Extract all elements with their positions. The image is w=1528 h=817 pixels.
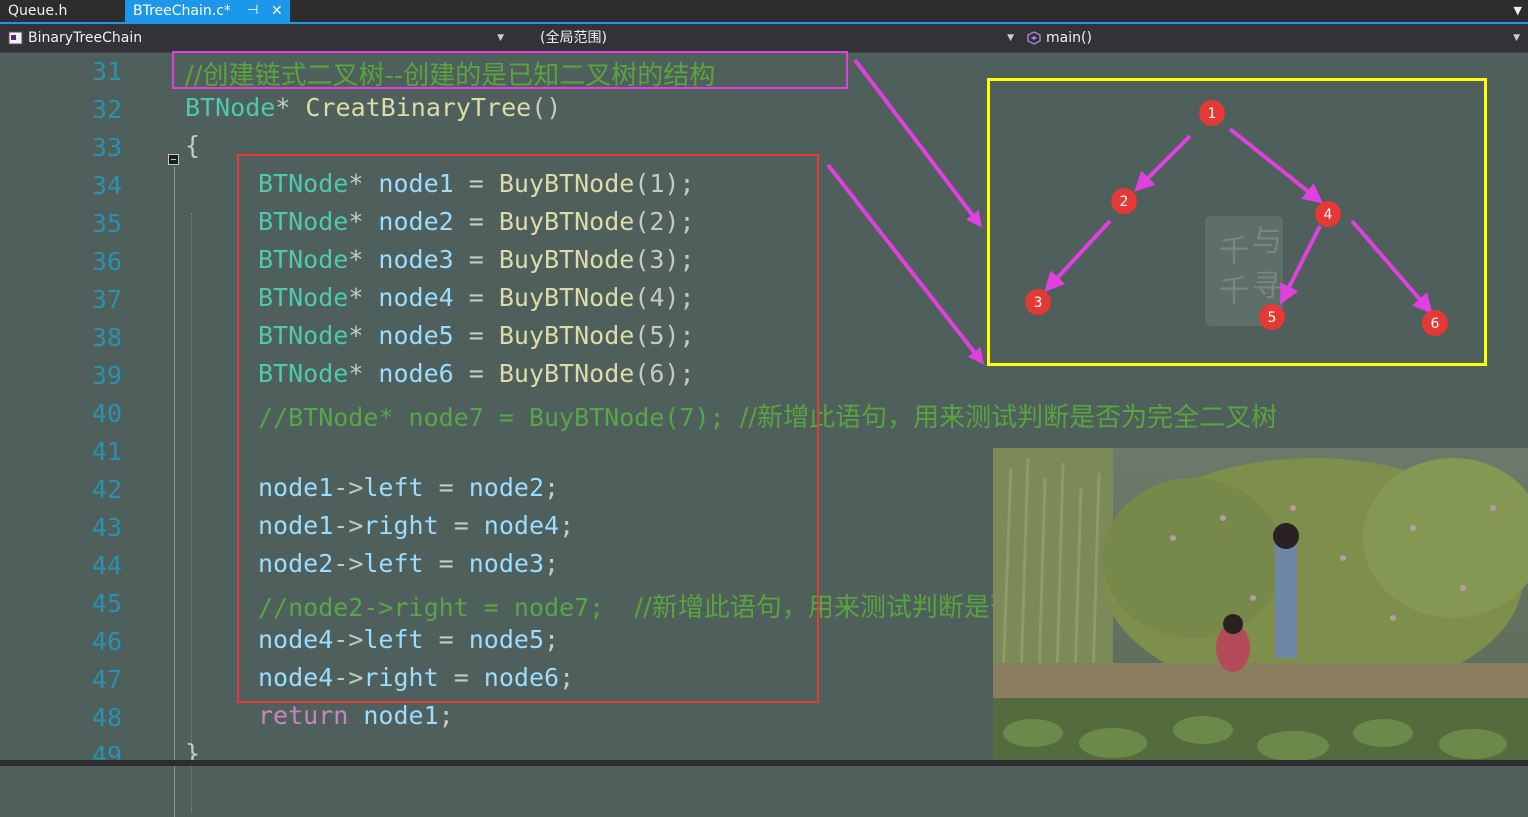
line-number: 43	[91, 513, 122, 542]
line-number: 45	[91, 589, 122, 618]
code-highlight-box	[237, 154, 819, 703]
tree-node-3: 3	[1025, 289, 1051, 315]
tree-node-5: 5	[1259, 304, 1285, 330]
close-icon[interactable]: ✕	[271, 0, 283, 22]
chevron-down-icon: ▼	[1007, 33, 1014, 43]
scope-dropdown[interactable]: (全局范围) ▼	[512, 27, 1020, 49]
chevron-down-icon: ▼	[1513, 33, 1520, 43]
line-number: 33	[91, 133, 122, 162]
tab-overflow-icon[interactable]: ▼	[1514, 0, 1522, 22]
svg-text:千: 千	[1219, 274, 1249, 309]
line-number: 39	[91, 361, 122, 390]
project-label: BinaryTreeChain	[28, 30, 143, 46]
line-number: 42	[91, 475, 122, 504]
tab-label: Queue.h	[8, 3, 68, 19]
svg-text:寻: 寻	[1252, 269, 1282, 304]
project-dropdown[interactable]: BinaryTreeChain ▼	[4, 27, 510, 49]
project-icon	[8, 31, 23, 45]
line-number: 36	[91, 247, 122, 276]
svg-text:千: 千	[1219, 234, 1249, 269]
svg-text:4: 4	[1324, 207, 1333, 223]
collapse-toggle-icon[interactable]	[168, 154, 179, 165]
member-label: main()	[1046, 30, 1092, 46]
navigation-bar: BinaryTreeChain ▼ (全局范围) ▼ main() ▼	[0, 24, 1528, 53]
line-number: 40	[91, 399, 122, 428]
line-number: 47	[91, 665, 122, 694]
svg-text:6: 6	[1431, 316, 1440, 332]
line-number: 44	[91, 551, 122, 580]
tree-diagram-box: 千 与 千 寻 1 2 3 4 5 6	[987, 78, 1487, 366]
open-brace: {	[185, 131, 201, 160]
line-number: 31	[91, 57, 122, 86]
indent-guide	[191, 213, 192, 813]
tree-node-6: 6	[1422, 310, 1448, 336]
function-signature: BTNode* CreatBinaryTree()	[185, 93, 562, 122]
svg-text:3: 3	[1034, 295, 1043, 311]
line-number: 34	[91, 171, 122, 200]
line-number: 41	[91, 437, 122, 466]
pin-icon[interactable]: ⊣	[247, 0, 258, 22]
tree-node-2: 2	[1111, 188, 1137, 214]
scope-label: (全局范围)	[540, 30, 607, 46]
return-line: return node1;	[258, 701, 454, 730]
tab-btreechain-c[interactable]: BTreeChain.c* ⊣ ✕	[125, 0, 290, 22]
document-tab-bar: Queue.h BTreeChain.c* ⊣ ✕ ▼	[0, 0, 1528, 24]
method-icon	[1027, 31, 1041, 45]
svg-text:1: 1	[1208, 106, 1217, 122]
line-number: 32	[91, 95, 122, 124]
svg-text:5: 5	[1268, 310, 1277, 326]
member-dropdown[interactable]: main() ▼	[1022, 27, 1526, 49]
fold-line	[174, 167, 175, 817]
line-number: 48	[91, 703, 122, 732]
horizontal-scrollbar[interactable]	[0, 760, 1528, 766]
svg-text:与: 与	[1252, 224, 1282, 259]
comment-highlight-box	[172, 51, 848, 89]
chevron-down-icon: ▼	[497, 33, 504, 43]
line-number: 35	[91, 209, 122, 238]
line-number: 38	[91, 323, 122, 352]
background-wallpaper-image	[993, 448, 1528, 766]
line-number: 46	[91, 627, 122, 656]
tree-node-4: 4	[1315, 201, 1341, 227]
tab-queue-h[interactable]: Queue.h	[0, 0, 125, 22]
tree-node-1: 1	[1199, 100, 1225, 126]
line-number: 37	[91, 285, 122, 314]
svg-text:2: 2	[1120, 194, 1129, 210]
tab-label: BTreeChain.c*	[133, 3, 231, 19]
